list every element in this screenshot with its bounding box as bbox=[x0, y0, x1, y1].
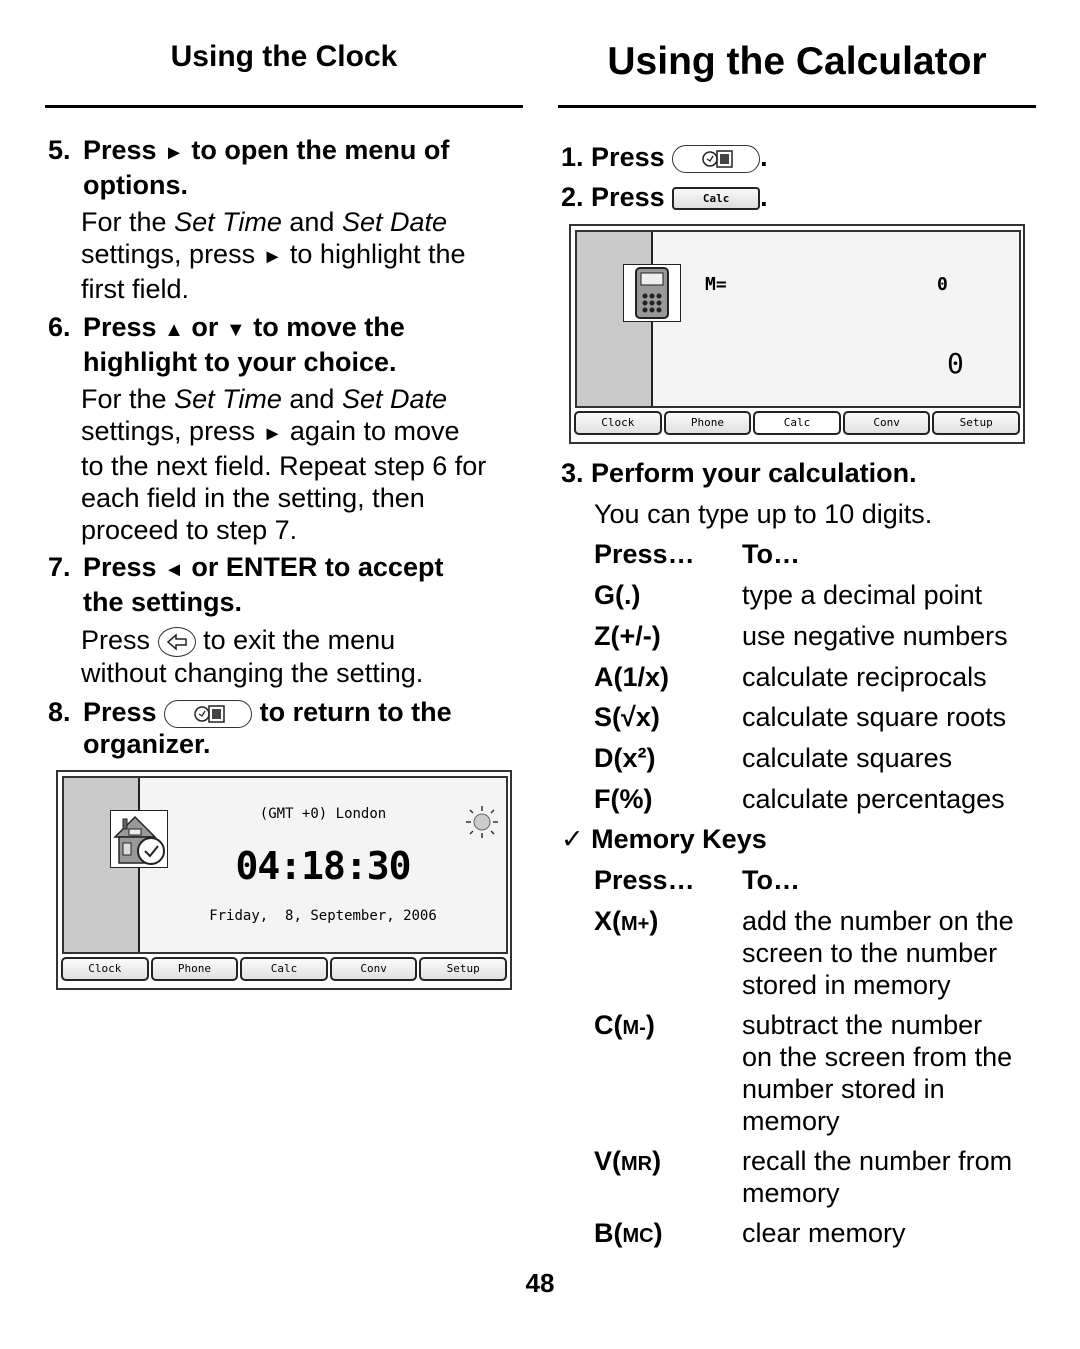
tab-clock[interactable]: Clock bbox=[61, 957, 149, 981]
calc-key: Calc bbox=[672, 187, 761, 211]
step-6-description: For the Set Time and Set Date settings, … bbox=[81, 384, 487, 545]
tab-clock[interactable]: Clock bbox=[574, 411, 662, 435]
clock-section-title: Using the Clock bbox=[170, 40, 398, 73]
tab-calc[interactable]: Calc bbox=[240, 957, 328, 981]
up-arrow-icon: ▲ bbox=[164, 319, 184, 341]
tab-conv[interactable]: Conv bbox=[842, 411, 931, 435]
tab-conv[interactable]: Conv bbox=[329, 957, 418, 981]
page-number: 48 bbox=[525, 1268, 555, 1298]
check-icon: ✓ bbox=[561, 824, 584, 854]
step-7-description: Press to exit the menu without changing … bbox=[81, 625, 424, 688]
step-5-description: For the Set Time and Set Date settings, … bbox=[81, 207, 466, 304]
tab-phone[interactable]: Phone bbox=[150, 957, 239, 981]
calculator-screen: M= 0 0 Clock Phone Calc Conv Setup bbox=[569, 224, 1025, 444]
divider bbox=[558, 105, 1036, 108]
tab-setup[interactable]: Setup bbox=[932, 411, 1020, 435]
divider bbox=[45, 105, 523, 108]
memory-label: M= bbox=[705, 274, 727, 295]
back-key-icon bbox=[157, 626, 196, 657]
calc-step-3-description: You can type up to 10 digits. bbox=[594, 499, 933, 529]
right-arrow-icon: ► bbox=[262, 423, 283, 445]
right-arrow-icon: ► bbox=[164, 142, 184, 164]
calc-step-1: 1. Press . bbox=[561, 142, 768, 173]
clock-screen: (GMT +0) London 04:18:30 Friday, 8, Sept… bbox=[56, 770, 512, 990]
step-5: 5. Press ► to open the menu of options. bbox=[48, 134, 528, 200]
clock-time: 04:18:30 bbox=[235, 844, 411, 888]
step-6: 6. Press ▲ or ▼ to move the highlight to… bbox=[48, 312, 405, 377]
memory-keys-heading: ✓ Memory Keys bbox=[561, 824, 767, 854]
step-number: 7. bbox=[48, 552, 71, 582]
right-arrow-icon: ► bbox=[262, 246, 283, 268]
step-7: 7. Press ◄ or ENTER to accept the settin… bbox=[48, 552, 444, 617]
calc-tab-bar: Clock Phone Calc Conv Setup bbox=[574, 411, 1020, 435]
timezone-label: (GMT +0) London bbox=[259, 806, 387, 822]
calculator-display: 0 bbox=[947, 347, 964, 380]
calc-step-3: 3. Perform your calculation. bbox=[561, 458, 917, 488]
tab-setup[interactable]: Setup bbox=[419, 957, 507, 981]
clock-tab-bar: Clock Phone Calc Conv Setup bbox=[61, 957, 507, 981]
down-arrow-icon: ▼ bbox=[225, 319, 246, 341]
organizer-key-icon bbox=[672, 144, 761, 173]
calculator-icon bbox=[623, 264, 681, 322]
step-text: to open the menu of bbox=[191, 135, 450, 165]
step-8: 8. Press to return to the organizer. bbox=[48, 697, 452, 759]
tab-calc[interactable]: Calc bbox=[753, 411, 841, 435]
sun-icon bbox=[464, 804, 500, 840]
calculator-section-title: Using the Calculator bbox=[607, 40, 987, 83]
memory-value: 0 bbox=[937, 274, 948, 295]
step-number: 6. bbox=[48, 312, 71, 342]
clock-date: Friday, 8, September, 2006 bbox=[209, 908, 437, 924]
calc-step-2: 2. Press Calc. bbox=[561, 182, 768, 212]
tab-phone[interactable]: Phone bbox=[663, 411, 752, 435]
step-number: 8. bbox=[48, 697, 71, 727]
left-arrow-icon: ◄ bbox=[164, 559, 184, 581]
step-number: 5. bbox=[48, 135, 71, 165]
step-text: Press bbox=[83, 135, 157, 165]
organizer-key-icon bbox=[164, 699, 253, 728]
step-text: options. bbox=[83, 170, 188, 200]
